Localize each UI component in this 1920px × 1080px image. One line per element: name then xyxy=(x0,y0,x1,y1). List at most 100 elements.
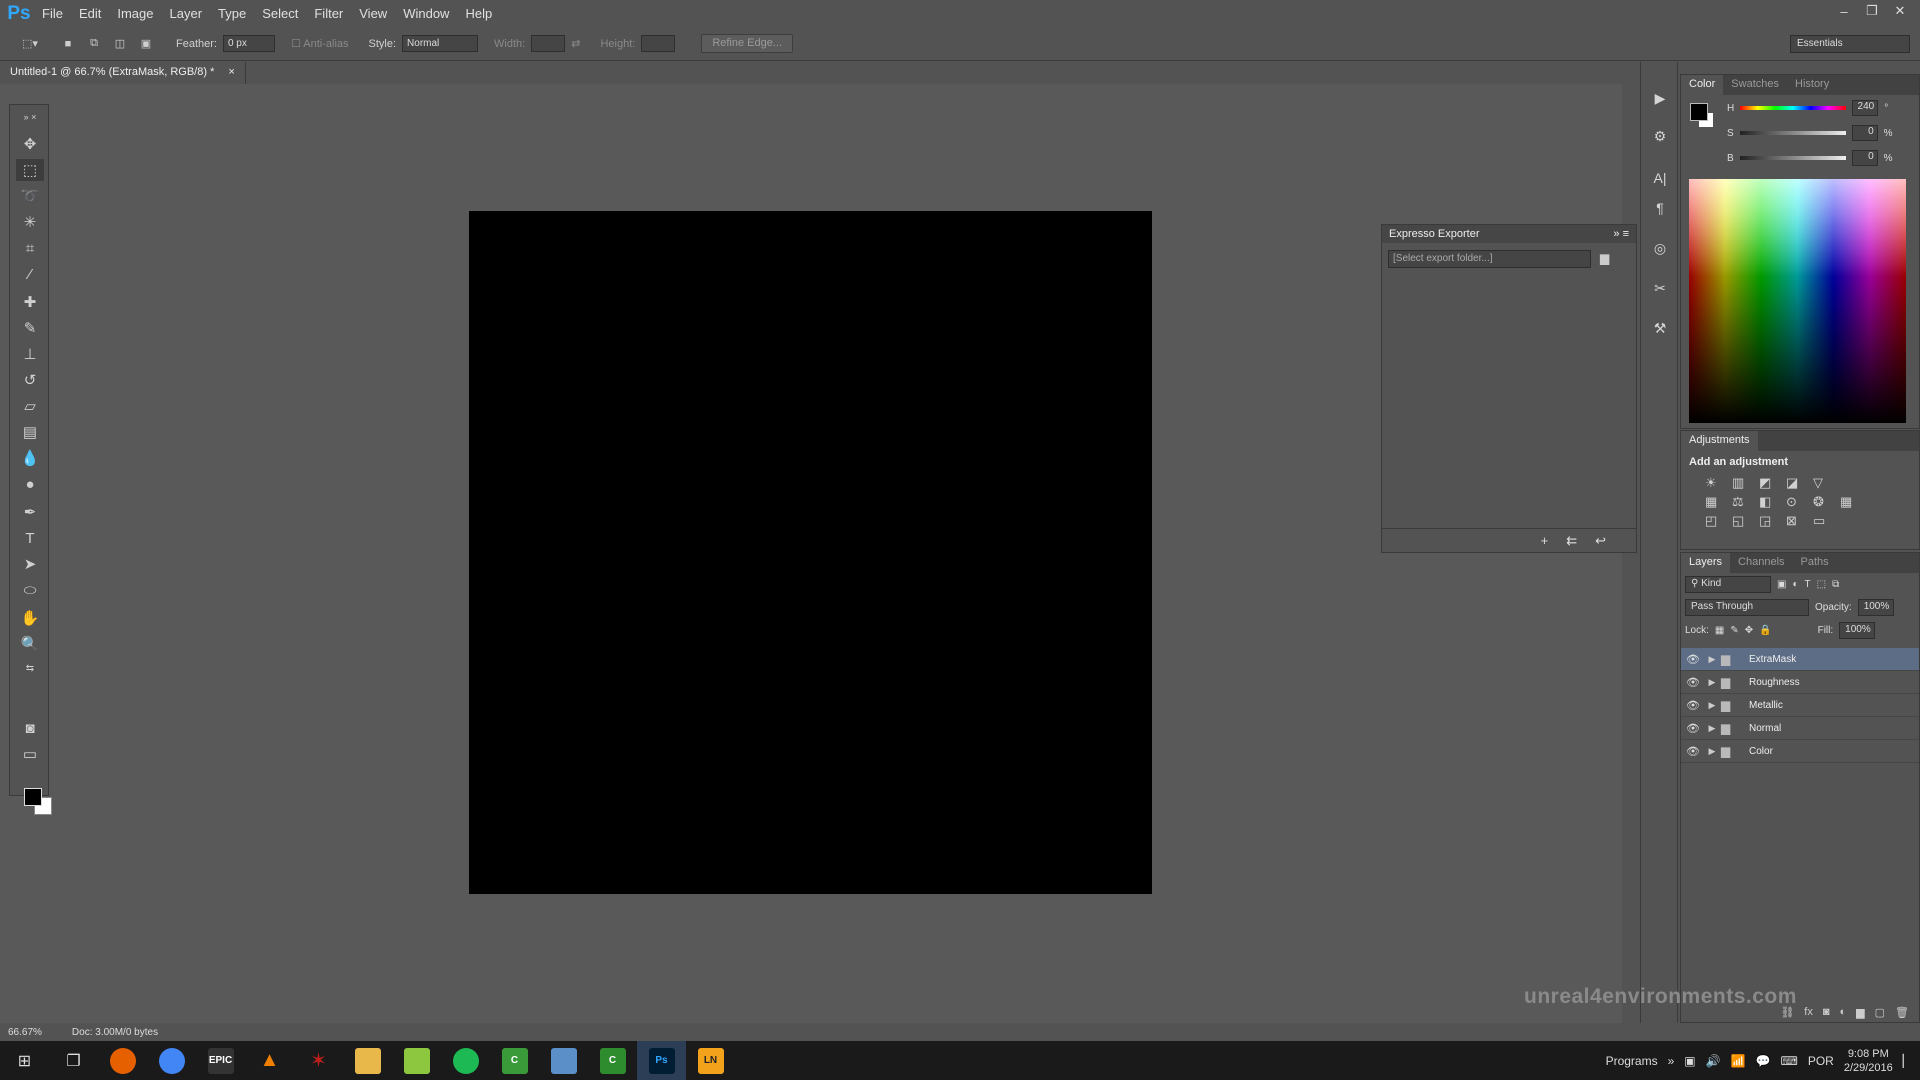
threshold-icon[interactable]: ◲ xyxy=(1759,513,1783,529)
lock-all-icon[interactable]: 🔒 xyxy=(1759,625,1771,636)
app-ln-icon[interactable]: LN xyxy=(686,1041,735,1080)
clone-stamp-tool-icon[interactable]: ⊥ xyxy=(16,343,44,365)
color-fg-swatch[interactable] xyxy=(1690,103,1708,121)
crop-tool-icon[interactable]: ⌗ xyxy=(16,237,44,259)
color-spectrum[interactable] xyxy=(1689,179,1906,423)
subtract-selection-icon[interactable]: ◫ xyxy=(110,34,130,54)
move-tool-icon[interactable]: ✥ xyxy=(16,133,44,155)
saturation-slider[interactable] xyxy=(1739,131,1846,135)
add-selection-icon[interactable]: ⧉ xyxy=(84,34,104,54)
expand-arrow-icon[interactable]: ▶ xyxy=(1705,746,1719,757)
feather-input[interactable]: 0 px xyxy=(222,35,275,52)
epic-games-icon[interactable]: EPIC xyxy=(196,1041,245,1080)
magic-wand-tool-icon[interactable]: ✳ xyxy=(16,211,44,233)
menu-select[interactable]: Select xyxy=(254,0,306,27)
close-button[interactable]: ✕ xyxy=(1886,0,1914,22)
type-tool-icon[interactable]: T xyxy=(16,527,44,549)
windows-start-icon[interactable]: ⊞ xyxy=(0,1041,49,1080)
opacity-input[interactable]: 100% xyxy=(1857,599,1894,616)
eyedropper-tool-icon[interactable]: ⁄ xyxy=(16,263,44,285)
tab-color[interactable]: Color xyxy=(1681,75,1724,95)
layer-row-roughness[interactable]: 👁 ▶ ▆ Roughness xyxy=(1681,671,1919,694)
quick-mask-icon[interactable]: ◙ xyxy=(16,717,44,739)
doc-size-info[interactable]: Doc: 3.00M/0 bytes xyxy=(72,1027,158,1038)
visibility-eye-icon[interactable]: 👁 xyxy=(1681,676,1705,689)
history-brush-tool-icon[interactable]: ↺ xyxy=(16,369,44,391)
expand-arrow-icon[interactable]: ▶ xyxy=(1705,677,1719,688)
tab-adjustments[interactable]: Adjustments xyxy=(1681,431,1758,451)
swap-dimensions-icon[interactable]: ⇄ xyxy=(571,37,580,50)
panel-menu-icon[interactable]: » ≡ xyxy=(1613,228,1629,240)
brightness-slider[interactable] xyxy=(1739,156,1846,160)
gradient-map-icon[interactable]: ▭ xyxy=(1813,513,1837,529)
properties-icon[interactable]: ⚙ xyxy=(1648,124,1672,148)
marquee-preset-icon[interactable]: ⬚▾ xyxy=(20,34,40,54)
screen-mode-icon[interactable]: ▭ xyxy=(16,743,44,765)
levels-icon[interactable]: ▥ xyxy=(1732,475,1756,491)
ellipse-tool-icon[interactable]: ⬭ xyxy=(16,579,44,601)
visibility-eye-icon[interactable]: 👁 xyxy=(1681,653,1705,666)
blend-mode-select[interactable]: Pass Through xyxy=(1685,599,1809,616)
black-white-icon[interactable]: ◧ xyxy=(1759,494,1783,510)
layer-style-icon[interactable]: fx xyxy=(1804,1006,1813,1018)
wifi-icon[interactable]: 📶 xyxy=(1731,1054,1746,1068)
expand-arrow-icon[interactable]: ▶ xyxy=(1705,723,1719,734)
app-red-icon[interactable]: ✶ xyxy=(294,1041,343,1080)
menu-edit[interactable]: Edit xyxy=(71,0,109,27)
pen-tool-icon[interactable]: ✒ xyxy=(16,501,44,523)
visibility-eye-icon[interactable]: 👁 xyxy=(1681,745,1705,758)
posterize-icon[interactable]: ◱ xyxy=(1732,513,1756,529)
new-adjustment-icon[interactable]: ◐ xyxy=(1840,1006,1847,1018)
layer-row-metallic[interactable]: 👁 ▶ ▆ Metallic xyxy=(1681,694,1919,717)
paragraph-icon[interactable]: ¶ xyxy=(1648,196,1672,220)
photo-filter-icon[interactable]: ⊙ xyxy=(1786,494,1810,510)
add-icon[interactable]: + xyxy=(1541,533,1549,548)
filter-shape-icon[interactable]: ⬚ xyxy=(1817,579,1826,590)
swap-colors-icon[interactable]: ⇆ xyxy=(16,661,44,675)
height-input[interactable] xyxy=(641,35,676,52)
filter-type-icon[interactable]: T xyxy=(1805,579,1811,590)
healing-brush-tool-icon[interactable]: ✚ xyxy=(16,291,44,313)
document-tab-close[interactable]: × xyxy=(228,66,234,80)
hue-saturation-icon[interactable]: ▦ xyxy=(1705,494,1729,510)
document-canvas[interactable] xyxy=(469,211,1152,894)
camtasia-recorder-icon[interactable]: C xyxy=(588,1041,637,1080)
programs-label[interactable]: Programs xyxy=(1606,1054,1658,1068)
task-view-icon[interactable]: ❐ xyxy=(49,1041,98,1080)
saturation-input[interactable]: 0 xyxy=(1851,125,1878,141)
brush-tool-icon[interactable]: ✎ xyxy=(16,317,44,339)
intersect-selection-icon[interactable]: ▣ xyxy=(136,34,156,54)
filter-smart-icon[interactable]: ⧉ xyxy=(1832,579,1839,590)
export-icon[interactable]: ↩ xyxy=(1595,533,1606,549)
menu-filter[interactable]: Filter xyxy=(306,0,351,27)
invert-icon[interactable]: ◰ xyxy=(1705,513,1729,529)
antialias-checkbox[interactable]: ☐ Anti-alias xyxy=(291,37,349,50)
zoom-level[interactable]: 66.67% xyxy=(8,1027,42,1038)
hue-input[interactable]: 240 xyxy=(1852,100,1879,116)
fill-input[interactable]: 100% xyxy=(1839,622,1876,639)
character-icon[interactable]: A| xyxy=(1648,166,1672,190)
tab-channels[interactable]: Channels xyxy=(1730,553,1792,573)
tab-layers[interactable]: Layers xyxy=(1681,553,1731,573)
expand-arrow-icon[interactable]: ▶ xyxy=(1705,654,1719,665)
refine-edge-button[interactable]: Refine Edge... xyxy=(701,34,794,53)
filter-pixel-icon[interactable]: ▣ xyxy=(1777,579,1786,590)
new-layer-icon[interactable]: ▢ xyxy=(1875,1006,1885,1019)
vlc-icon[interactable]: ▲ xyxy=(245,1041,294,1080)
language-indicator[interactable]: POR xyxy=(1808,1054,1834,1068)
new-group-icon[interactable]: ▆ xyxy=(1856,1006,1864,1019)
export-all-icon[interactable]: ⇇ xyxy=(1566,533,1577,549)
keyboard-icon[interactable]: ⌨ xyxy=(1780,1054,1797,1068)
channel-mixer-icon[interactable]: ❂ xyxy=(1813,494,1837,510)
show-desktop-icon[interactable]: ▏ xyxy=(1903,1054,1912,1068)
hue-slider[interactable] xyxy=(1740,106,1847,110)
layer-row-color[interactable]: 👁 ▶ ▆ Color xyxy=(1681,740,1919,763)
lock-transparent-icon[interactable]: ▦ xyxy=(1715,625,1724,636)
menu-type[interactable]: Type xyxy=(210,0,254,27)
color-balance-icon[interactable]: ⚖ xyxy=(1732,494,1756,510)
layer-filter-select[interactable]: ⚲ Kind xyxy=(1685,576,1771,593)
clock[interactable]: 9:08 PM 2/29/2016 xyxy=(1844,1047,1893,1075)
chrome-icon[interactable] xyxy=(147,1041,196,1080)
hand-tool-icon[interactable]: ✋ xyxy=(16,607,44,629)
zoom-tool-icon[interactable]: 🔍 xyxy=(16,633,44,655)
